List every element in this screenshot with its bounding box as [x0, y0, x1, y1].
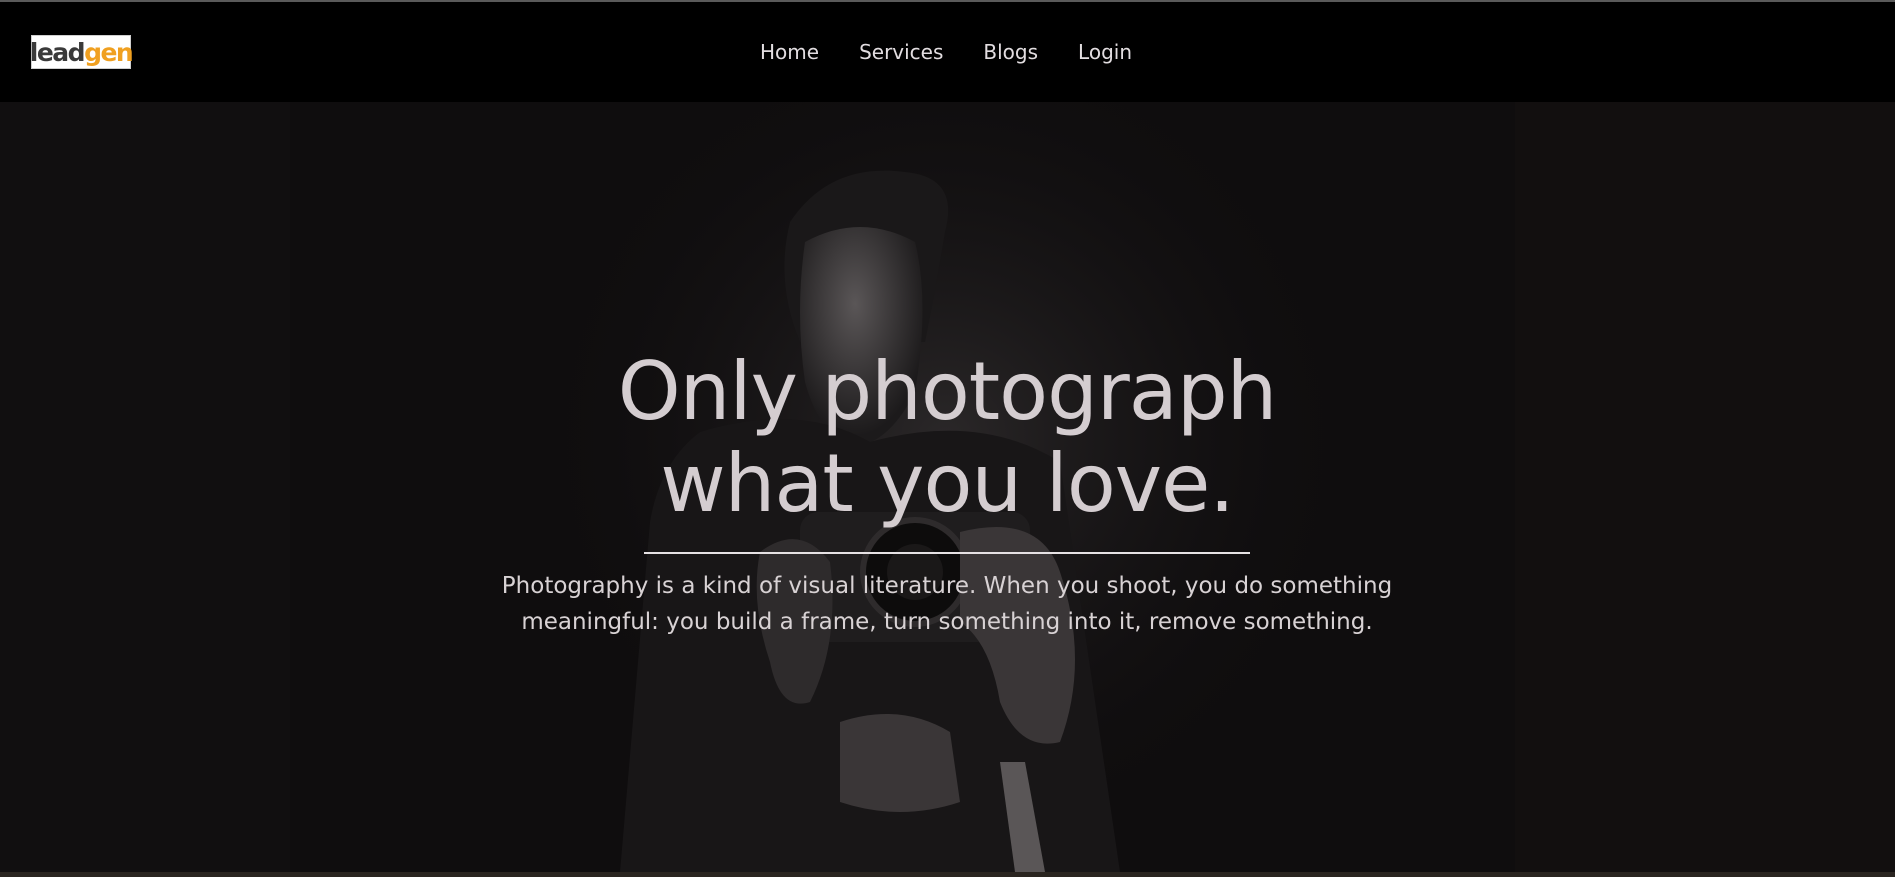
nav-link-services[interactable]: Services: [859, 40, 943, 64]
nav-link-home[interactable]: Home: [760, 40, 819, 64]
bottom-edge: [0, 872, 1895, 877]
hero-headline-line-1: Only photograph: [617, 345, 1278, 438]
nav-link-login[interactable]: Login: [1078, 40, 1132, 64]
hero-section: Only photograph what you love. Photograp…: [0, 102, 1895, 872]
hero-headline-line-2: what you love.: [660, 437, 1235, 530]
nav-link-blogs[interactable]: Blogs: [983, 40, 1038, 64]
hero-content: Only photograph what you love. Photograp…: [447, 346, 1447, 640]
logo-text-lead: lead: [29, 38, 86, 67]
hero-subtext: Photography is a kind of visual literatu…: [501, 573, 1393, 635]
main-nav: Home Services Blogs Login: [760, 2, 1132, 102]
leadgen-logo[interactable]: lead gen: [29, 35, 134, 69]
hero-divider: [644, 552, 1250, 554]
hero-headline: Only photograph what you love.: [447, 346, 1447, 530]
navbar: lead gen Home Services Blogs Login: [0, 2, 1895, 102]
logo-text-gen: gen: [84, 38, 134, 67]
